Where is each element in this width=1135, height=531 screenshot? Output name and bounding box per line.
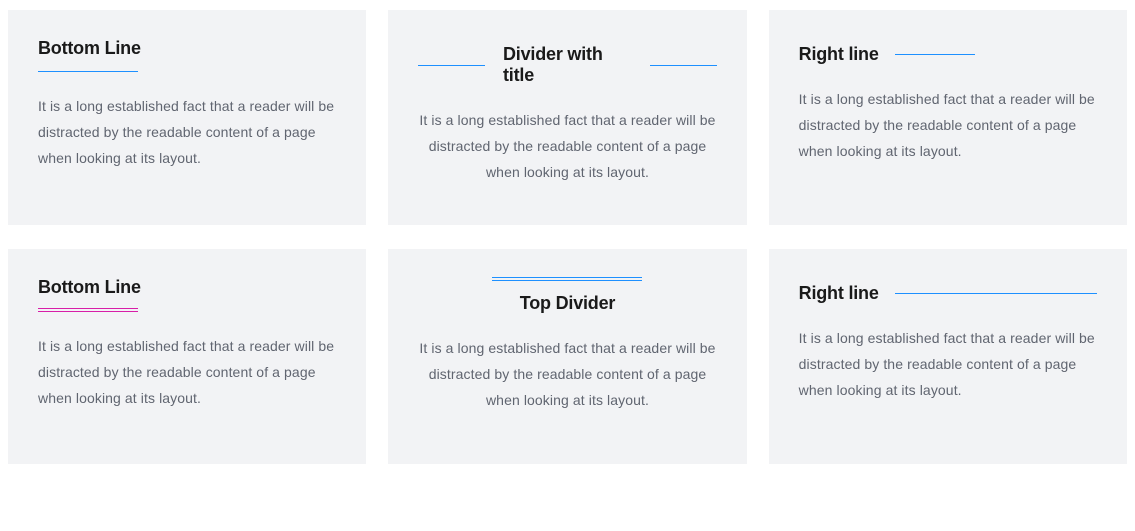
card-body: It is a long established fact that a rea… — [799, 326, 1097, 404]
card-right-line: Right line It is a long established fact… — [769, 10, 1127, 225]
divider-top-double-icon — [492, 277, 642, 281]
title-row: Right line — [799, 283, 1097, 304]
card-body: It is a long established fact that a rea… — [38, 94, 336, 172]
card-title: Divider with title — [503, 44, 632, 86]
card-title: Top Divider — [418, 293, 716, 314]
card-top-divider: Top Divider It is a long established fac… — [388, 249, 746, 464]
card-body: It is a long established fact that a rea… — [418, 336, 716, 414]
card-bottom-line: Bottom Line It is a long established fac… — [8, 10, 366, 225]
title-row: Divider with title — [418, 44, 716, 86]
card-divider-with-title: Divider with title It is a long establis… — [388, 10, 746, 225]
card-title: Bottom Line — [38, 38, 336, 59]
divider-right-long-icon — [895, 293, 1097, 294]
title-row: Right line — [799, 44, 1097, 65]
card-body: It is a long established fact that a rea… — [799, 87, 1097, 165]
card-title: Right line — [799, 44, 879, 65]
card-title: Bottom Line — [38, 277, 336, 298]
divider-bottom-double-icon — [38, 308, 138, 312]
card-body: It is a long established fact that a rea… — [38, 334, 336, 412]
card-bottom-line-double: Bottom Line It is a long established fac… — [8, 249, 366, 464]
card-title: Right line — [799, 283, 879, 304]
card-grid: Bottom Line It is a long established fac… — [8, 10, 1127, 464]
card-body: It is a long established fact that a rea… — [418, 108, 716, 186]
divider-left-icon — [418, 65, 485, 66]
divider-right-icon — [895, 54, 975, 55]
card-right-line-long: Right line It is a long established fact… — [769, 249, 1127, 464]
divider-right-icon — [650, 65, 717, 66]
divider-bottom-single-icon — [38, 71, 138, 72]
